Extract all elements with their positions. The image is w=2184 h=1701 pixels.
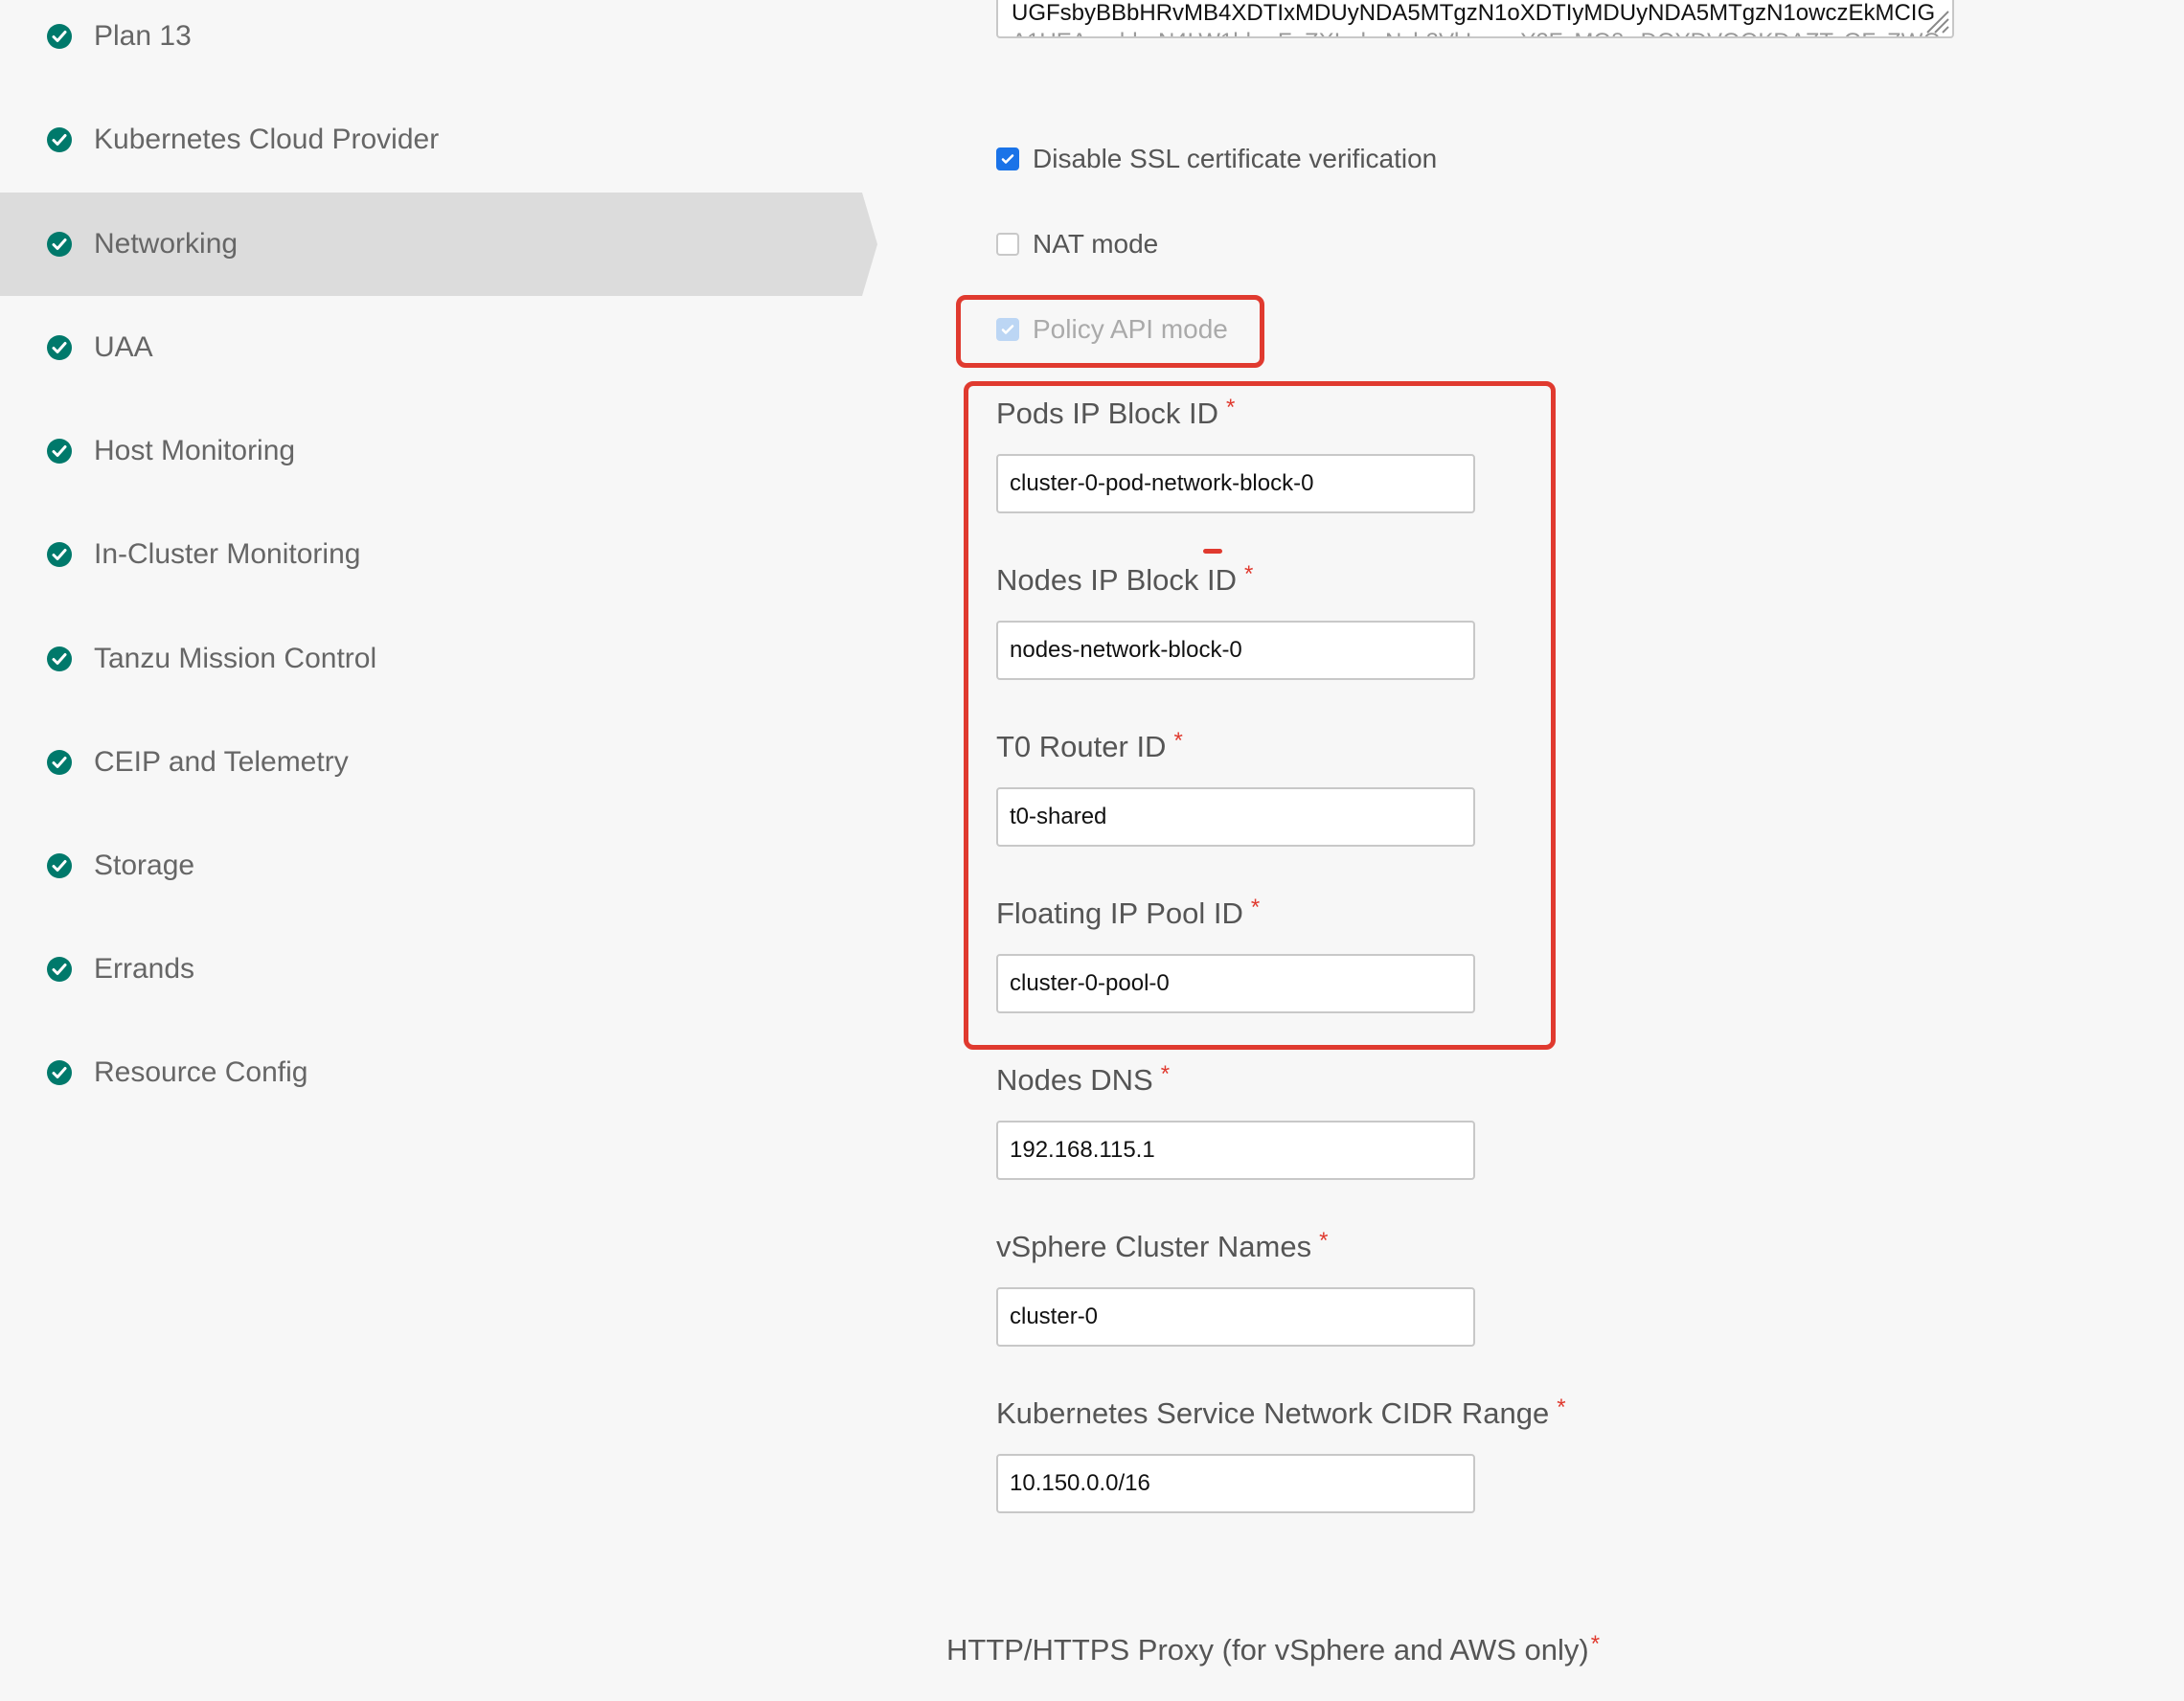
check-circle-icon [47,232,72,257]
proxy-label-text: HTTP/HTTPS Proxy (for vSphere and AWS on… [946,1633,1589,1667]
sidebar-item-host-monitoring[interactable]: Host Monitoring [0,399,862,503]
nat-mode-checkbox[interactable] [996,233,1019,256]
sidebar-item-label: UAA [94,331,153,363]
sidebar-item-ceip-and-telemetry[interactable]: CEIP and Telemetry [0,711,862,814]
sidebar-item-uaa[interactable]: UAA [0,296,862,399]
certificate-text: UGFsbyBBbHRvMB4XDTIxMDUyNDA5MTgzN1oXDTIy… [1012,0,1936,26]
policy-api-highlight-box [956,295,1264,368]
certificate-textarea[interactable]: UGFsbyBBbHRvMB4XDTIxMDUyNDA5MTgzN1oXDTIy… [996,0,1954,38]
service-cidr-input[interactable] [996,1454,1475,1513]
check-circle-icon [47,750,72,775]
proxy-section-label: HTTP/HTTPS Proxy (for vSphere and AWS on… [946,1631,1601,1667]
sidebar-item-label: Tanzu Mission Control [94,643,377,674]
required-marker: * [1319,1228,1329,1254]
nat-mode-label: NAT mode [1033,229,1159,259]
disable-ssl-checkbox[interactable] [996,147,1019,170]
check-circle-icon [47,542,72,567]
check-circle-icon [47,439,72,464]
ip-block-fields-highlight-box [964,381,1556,1050]
nat-mode-row[interactable]: NAT mode [996,229,1158,260]
check-circle-icon [47,957,72,982]
check-circle-icon [47,853,72,878]
check-circle-icon [47,1060,72,1085]
check-circle-icon [47,127,72,152]
sidebar: Plan 13 Kubernetes Cloud Provider Networ… [0,0,881,1701]
sidebar-item-label: Resource Config [94,1056,308,1088]
certificate-text-line2: A1UEAwwbbnN4LW1hbmFnZXIudmNsb3VkLmxvY2Fs… [1012,29,1952,36]
service-cidr-label-text: Kubernetes Service Network CIDR Range [996,1396,1550,1430]
check-circle-icon [47,24,72,49]
vsphere-cluster-names-input[interactable] [996,1287,1475,1347]
sidebar-item-plan-13[interactable]: Plan 13 [0,0,862,88]
sidebar-item-in-cluster-monitoring[interactable]: In-Cluster Monitoring [0,503,862,606]
required-marker: * [1557,1395,1566,1420]
required-marker: * [1590,1631,1601,1657]
required-marker: * [1160,1061,1171,1087]
disable-ssl-row[interactable]: Disable SSL certificate verification [996,144,1437,174]
sidebar-item-label: Host Monitoring [94,435,296,466]
sidebar-item-label: Storage [94,850,195,881]
sidebar-item-tanzu-mission-control[interactable]: Tanzu Mission Control [0,607,862,711]
nodes-dns-label: Nodes DNS * [996,1061,1171,1098]
sidebar-item-label: Plan 13 [94,20,192,52]
sidebar-item-kubernetes-cloud-provider[interactable]: Kubernetes Cloud Provider [0,88,862,192]
sidebar-item-label: Kubernetes Cloud Provider [94,124,440,155]
vsphere-cluster-names-label-text: vSphere Cluster Names [996,1230,1312,1263]
resize-grip-icon[interactable] [1922,6,1950,34]
nodes-dns-label-text: Nodes DNS [996,1063,1153,1097]
sidebar-item-label: CEIP and Telemetry [94,746,349,778]
sidebar-item-storage[interactable]: Storage [0,814,862,918]
sidebar-item-networking[interactable]: Networking [0,193,877,296]
annotation-dash-mark [1203,549,1222,554]
vsphere-cluster-names-label: vSphere Cluster Names * [996,1228,1329,1264]
check-circle-icon [47,646,72,671]
sidebar-item-resource-config[interactable]: Resource Config [0,1021,862,1124]
nodes-dns-input[interactable] [996,1121,1475,1180]
checkmark-icon [1001,154,1014,164]
sidebar-item-label: Errands [94,953,195,985]
disable-ssl-label: Disable SSL certificate verification [1033,144,1438,173]
sidebar-item-label: In-Cluster Monitoring [94,538,361,570]
sidebar-item-label: Networking [94,228,239,260]
sidebar-item-errands[interactable]: Errands [0,918,862,1021]
check-circle-icon [47,335,72,360]
service-cidr-label: Kubernetes Service Network CIDR Range * [996,1395,1566,1431]
